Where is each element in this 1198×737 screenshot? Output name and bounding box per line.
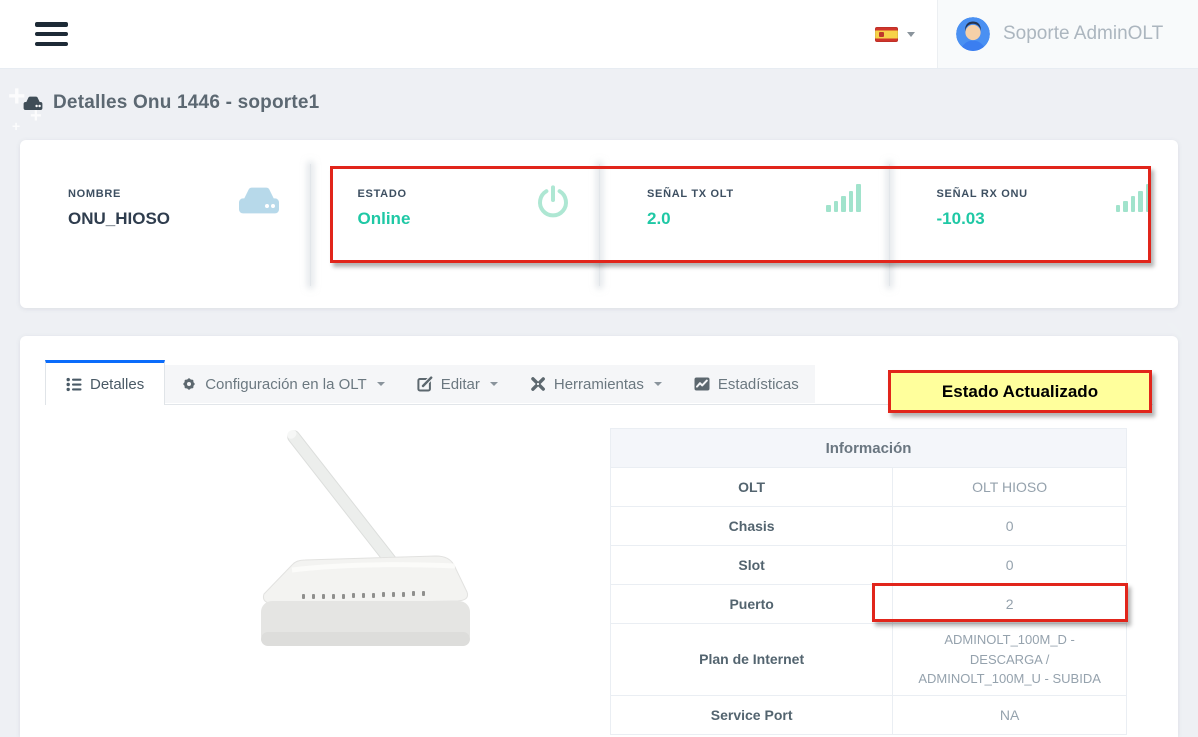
chart-icon: [694, 377, 710, 391]
spain-flag-icon: [875, 27, 898, 42]
tab-editar[interactable]: Editar: [401, 365, 514, 403]
stat-estado: ESTADO Online: [310, 140, 600, 308]
edit-icon: [417, 376, 433, 392]
chevron-down-icon: [490, 382, 498, 386]
signal-bars-icon: [1116, 184, 1151, 212]
tab-label: Herramientas: [554, 376, 644, 393]
chevron-down-icon: [377, 382, 385, 386]
table-row: Slot 0: [611, 546, 1127, 585]
row-value: ADMINOLT_100M_D - DESCARGA / ADMINOLT_10…: [893, 624, 1127, 696]
list-icon: [66, 377, 82, 392]
table-header: Información: [611, 429, 1127, 468]
tab-label: Editar: [441, 376, 480, 393]
stat-senal-rx-onu: SEÑAL RX ONU -10.03: [889, 140, 1179, 308]
row-label: Plan de Internet: [611, 624, 893, 696]
background-artifact: +: [12, 118, 20, 134]
row-value: 0: [893, 546, 1127, 585]
status-updated-annotation: Estado Actualizado: [888, 370, 1152, 413]
row-value: OLT HIOSO: [893, 468, 1127, 507]
row-label: OLT: [611, 468, 893, 507]
table-row: Service Port NA: [611, 695, 1127, 734]
chevron-down-icon: [654, 382, 662, 386]
row-label: Service Port: [611, 695, 893, 734]
row-value: 2: [893, 585, 1127, 624]
table-row-puerto: Puerto 2: [611, 585, 1127, 624]
onu-summary-card: NOMBRE ONU_HIOSO ESTADO Online SEÑAL TX …: [20, 140, 1178, 308]
top-navbar: Soporte AdminOLT: [0, 0, 1198, 69]
signal-bars-icon: [826, 184, 861, 212]
tab-label: Configuración en la OLT: [205, 376, 366, 393]
user-menu[interactable]: Soporte AdminOLT: [937, 0, 1198, 68]
stat-senal-tx-olt: SEÑAL TX OLT 2.0: [599, 140, 889, 308]
tab-label: Estadísticas: [718, 376, 799, 393]
hdd-icon: [22, 95, 44, 112]
onu-product-image: [230, 424, 485, 669]
stat-value: -10.03: [937, 209, 1179, 229]
status-updated-text: Estado Actualizado: [942, 382, 1098, 402]
tab-group: Configuración en la OLT Editar: [165, 365, 815, 403]
page-title: Detalles Onu 1446 - soporte1: [53, 92, 319, 114]
row-label: Slot: [611, 546, 893, 585]
tab-label: Detalles: [90, 376, 144, 393]
stat-value: 2.0: [647, 209, 889, 229]
chevron-down-icon: [907, 32, 915, 37]
power-icon: [535, 184, 571, 220]
router-icon: [236, 184, 282, 216]
row-value: 0: [893, 507, 1127, 546]
table-row: Chasis 0: [611, 507, 1127, 546]
user-name: Soporte AdminOLT: [1003, 23, 1163, 45]
informacion-table: Información OLT OLT HIOSO Chasis 0 Slot …: [610, 428, 1127, 735]
tab-estadisticas[interactable]: Estadísticas: [678, 365, 815, 403]
table-row: OLT OLT HIOSO: [611, 468, 1127, 507]
user-avatar: [956, 17, 990, 51]
tab-configuracion-olt[interactable]: Configuración en la OLT: [165, 365, 400, 403]
language-selector[interactable]: [875, 27, 915, 42]
row-value: NA: [893, 695, 1127, 734]
stat-nombre: NOMBRE ONU_HIOSO: [20, 140, 310, 308]
table-row: Plan de Internet ADMINOLT_100M_D - DESCA…: [611, 624, 1127, 696]
tools-icon: [530, 376, 546, 392]
breadcrumb: Detalles Onu 1446 - soporte1: [22, 92, 319, 114]
row-label: Puerto: [611, 585, 893, 624]
menu-toggle-icon[interactable]: [35, 22, 68, 46]
gear-icon: [181, 376, 197, 392]
tab-detalles[interactable]: Detalles: [45, 360, 165, 405]
tab-herramientas[interactable]: Herramientas: [514, 365, 678, 403]
row-label: Chasis: [611, 507, 893, 546]
